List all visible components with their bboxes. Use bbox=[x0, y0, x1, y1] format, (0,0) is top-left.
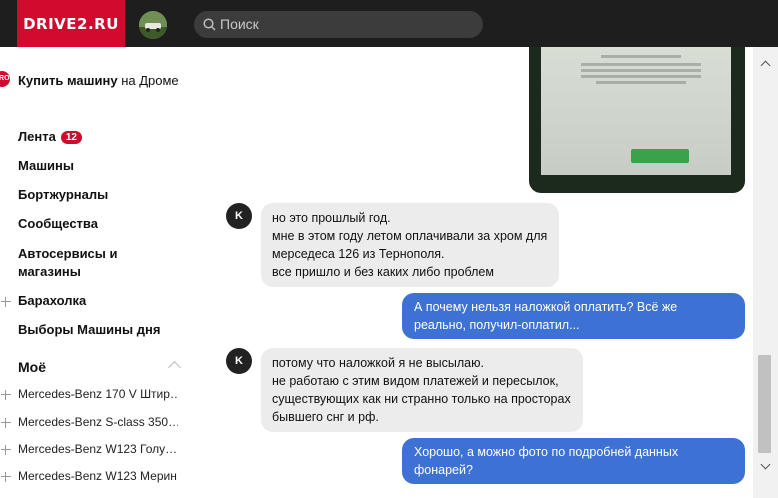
drom-icon: DROM bbox=[0, 71, 15, 87]
site-logo[interactable]: DRIVE2.RU bbox=[17, 0, 125, 47]
message-line: фонарей? bbox=[414, 463, 473, 477]
expand-plus-icon[interactable] bbox=[1, 445, 11, 455]
my-car-item[interactable]: Mercedes-Benz 170 V Штир… bbox=[18, 387, 178, 401]
message-line: все пришло и без каких либо проблем bbox=[272, 265, 494, 279]
vertical-scrollbar[interactable] bbox=[753, 47, 778, 498]
user-avatar[interactable] bbox=[139, 11, 167, 39]
sidebar: Купить машину на Дроме DROM Лента 12 Маши… bbox=[0, 47, 205, 498]
my-car-item[interactable]: Mercedes-Benz W123 Мерин bbox=[18, 469, 178, 483]
top-bar: DRIVE2.RU Поиск bbox=[0, 0, 778, 47]
message-line: мне в этом году летом оплачивали за хром… bbox=[272, 229, 548, 243]
sidebar-item-market[interactable]: Барахолка bbox=[18, 293, 86, 308]
search-box[interactable]: Поиск bbox=[194, 11, 483, 38]
sidebar-item-car-of-day[interactable]: Выборы Машины дня bbox=[18, 322, 160, 337]
my-car-item[interactable]: Mercedes-Benz S-class 350… bbox=[18, 415, 178, 429]
sender-avatar[interactable]: K bbox=[226, 203, 252, 229]
incoming-message: но это прошлый год. мне в этом году лето… bbox=[261, 203, 560, 287]
message-line: реально, получил-оплатил... bbox=[414, 318, 580, 332]
attached-photo[interactable] bbox=[529, 47, 745, 193]
my-car-item[interactable]: Mercedes-Benz W123 Голу… bbox=[18, 442, 178, 456]
sidebar-item-feed[interactable]: Лента 12 bbox=[18, 129, 82, 145]
drom-promo-bold: Купить машину bbox=[18, 73, 118, 88]
avatar-image bbox=[139, 11, 167, 39]
message-line: А почему нельзя наложкой оплатить? Всё ж… bbox=[414, 300, 678, 314]
outgoing-message: А почему нельзя наложкой оплатить? Всё ж… bbox=[402, 293, 745, 339]
scroll-up-arrow-icon[interactable] bbox=[760, 60, 771, 71]
expand-plus-icon[interactable] bbox=[1, 418, 11, 428]
collapse-chevron-up-icon[interactable] bbox=[168, 361, 181, 374]
message-line: Хорошо, а можно фото по подробней данных bbox=[414, 445, 679, 459]
chat-thread: K но это прошлый год. мне в этом году ле… bbox=[205, 47, 753, 498]
scrollbar-thumb[interactable] bbox=[758, 355, 771, 453]
sidebar-item-label: Лента bbox=[18, 129, 56, 144]
photo-green-button bbox=[631, 149, 689, 163]
expand-plus-icon[interactable] bbox=[1, 390, 11, 400]
message-line: бывшего снг и рф. bbox=[272, 410, 379, 424]
sender-avatar[interactable]: K bbox=[226, 348, 252, 374]
message-line: потому что наложкой я не высылаю. bbox=[272, 356, 484, 370]
search-input[interactable]: Поиск bbox=[220, 16, 259, 32]
drom-promo-link[interactable]: Купить машину на Дроме bbox=[18, 71, 183, 90]
scroll-down-arrow-icon[interactable] bbox=[760, 459, 771, 470]
photo-screen bbox=[541, 47, 731, 175]
incoming-message: потому что наложкой я не высылаю. не раб… bbox=[261, 348, 583, 432]
sidebar-item-logbooks[interactable]: Бортжурналы bbox=[18, 187, 108, 202]
sidebar-item-communities[interactable]: Сообщества bbox=[18, 216, 98, 231]
photo-text-line bbox=[596, 81, 686, 84]
expand-plus-icon[interactable] bbox=[1, 297, 11, 307]
message-line: не работаю с этим видом платежей и перес… bbox=[272, 374, 559, 388]
drom-promo-text: на Дроме bbox=[117, 73, 179, 88]
sidebar-item-services[interactable]: Автосервисы и магазины bbox=[18, 245, 148, 281]
my-section-title: Моё bbox=[18, 359, 46, 375]
photo-text-line bbox=[601, 55, 681, 58]
photo-text-line bbox=[581, 63, 701, 66]
photo-text-line bbox=[581, 69, 701, 72]
sidebar-item-cars[interactable]: Машины bbox=[18, 158, 74, 173]
message-line: мерседеса 126 из Тернополя. bbox=[272, 247, 445, 261]
photo-text-line bbox=[581, 75, 701, 78]
search-icon bbox=[203, 18, 216, 31]
feed-count-badge: 12 bbox=[60, 131, 82, 145]
message-line: но это прошлый год. bbox=[272, 211, 391, 225]
expand-plus-icon[interactable] bbox=[1, 472, 11, 482]
message-line: существующих как ни странно только на пр… bbox=[272, 392, 571, 406]
outgoing-message: Хорошо, а можно фото по подробней данных… bbox=[402, 438, 745, 484]
